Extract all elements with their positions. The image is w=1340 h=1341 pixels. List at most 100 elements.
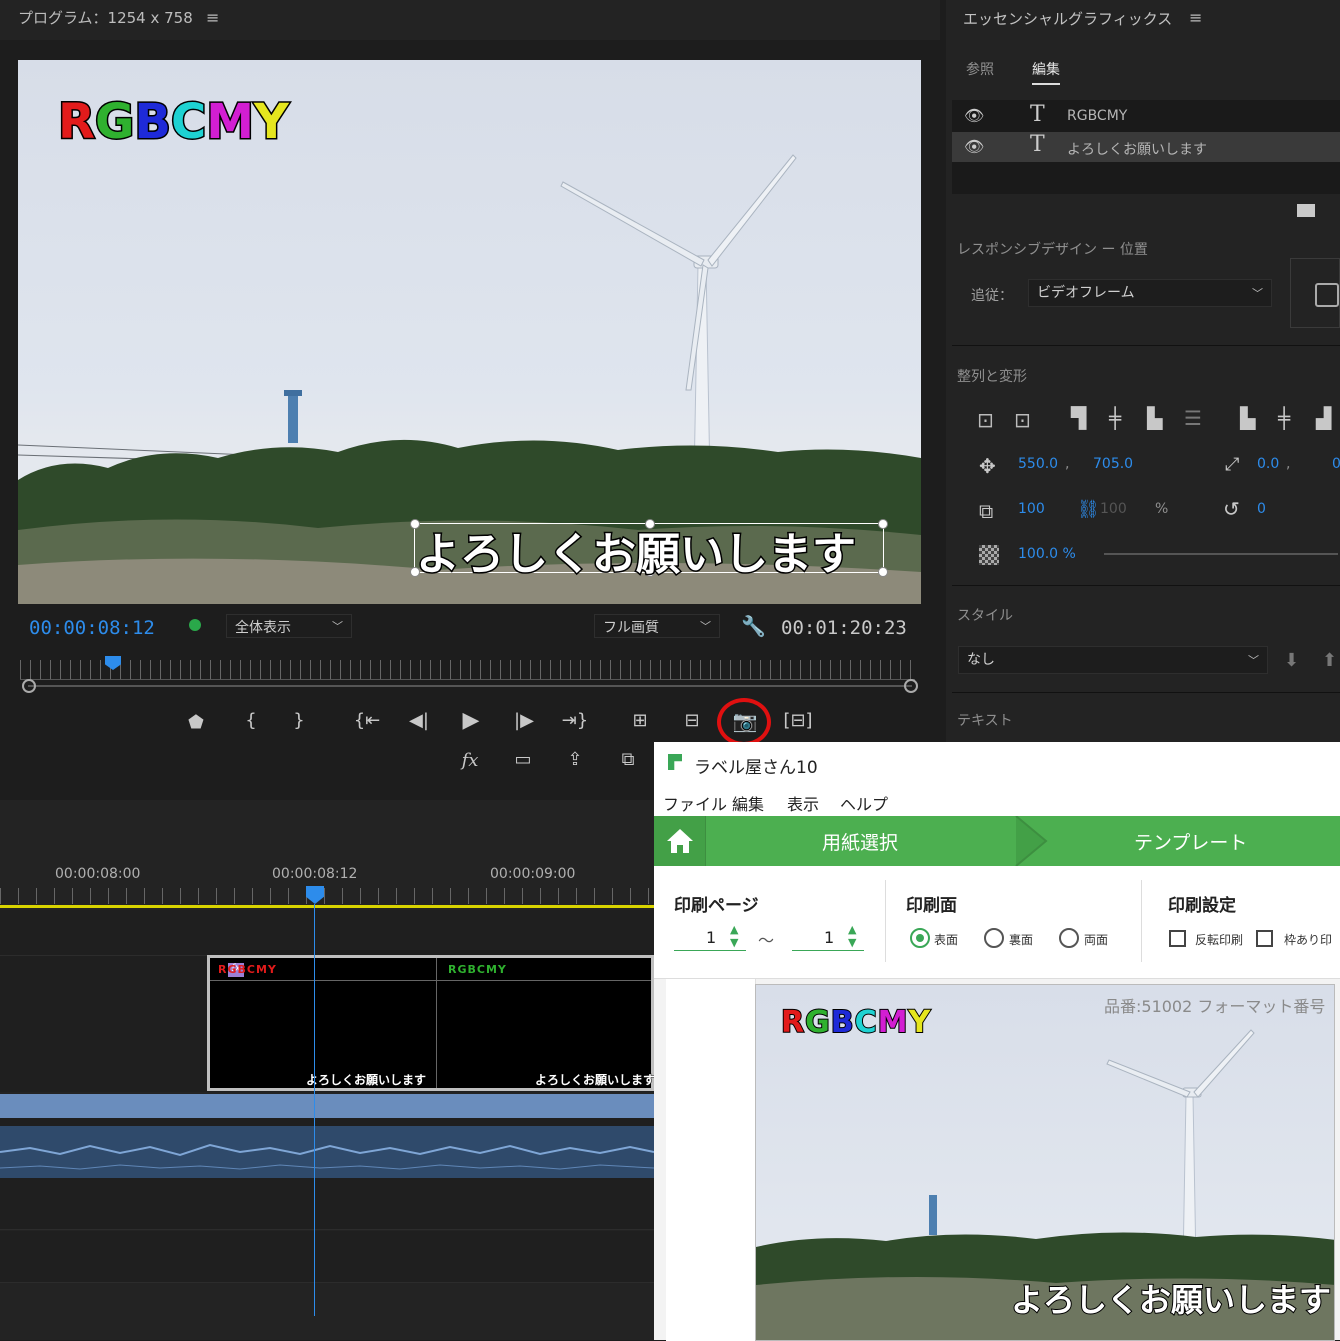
- quality-select[interactable]: フル画質 ﹀: [594, 614, 720, 638]
- align-center-icon[interactable]: ╪: [1278, 406, 1290, 430]
- anchor-x-value[interactable]: 0.0: [1257, 456, 1279, 472]
- timeline-ruler[interactable]: [0, 888, 654, 904]
- position-x-value[interactable]: 550.0: [1018, 456, 1058, 472]
- audio-clip-a1[interactable]: [0, 1126, 655, 1178]
- chevron-down-icon: ﹀: [1252, 287, 1263, 300]
- align-middle-icon[interactable]: ╪: [1109, 406, 1121, 430]
- step-back-icon[interactable]: ◀|: [405, 710, 433, 731]
- layer-row[interactable]: 👁 T RGBCMY: [952, 102, 1340, 130]
- resize-handle[interactable]: [878, 519, 888, 529]
- extract-icon[interactable]: ⊟: [676, 710, 708, 731]
- align-left-icon[interactable]: ▙: [1240, 406, 1255, 430]
- eye-icon[interactable]: 👁: [964, 137, 984, 156]
- mark-in-icon[interactable]: {: [240, 710, 262, 731]
- program-video-frame[interactable]: RGBCMY よろしくお願いします: [18, 60, 921, 604]
- label-preview[interactable]: 品番:51002 フォーマット番号 RGBCMY よろしくお願いします: [755, 984, 1335, 1341]
- radio-back-label: 裏面: [1009, 933, 1034, 947]
- home-button[interactable]: [654, 816, 706, 866]
- step-forward-icon[interactable]: |▶: [510, 710, 538, 731]
- opacity-value[interactable]: 100.0 %: [1018, 546, 1076, 562]
- safe-margins-icon[interactable]: ▭: [508, 749, 538, 770]
- scrub-ruler[interactable]: [20, 660, 915, 680]
- position-y-value[interactable]: 705.0: [1093, 456, 1133, 472]
- follow-select[interactable]: ビデオフレーム ﹀: [1028, 279, 1272, 307]
- preview-area: 品番:51002 フォーマット番号 RGBCMY よろしくお願いします: [654, 978, 1340, 1341]
- playhead-line: [314, 904, 315, 1316]
- step-template[interactable]: テンプレート: [1134, 828, 1247, 855]
- video-clip-v1[interactable]: [0, 1094, 654, 1118]
- menu-help[interactable]: ヘルプ: [840, 791, 888, 815]
- tab-edit[interactable]: 編集: [1032, 59, 1060, 85]
- menu-file[interactable]: ファイル: [663, 791, 727, 815]
- divider: [952, 692, 1340, 693]
- scale-value[interactable]: 100: [1018, 501, 1045, 517]
- hamburger-icon[interactable]: ≡: [206, 8, 219, 27]
- sync-style-icon[interactable]: ⬆: [1322, 650, 1337, 671]
- title-letter: C: [169, 93, 207, 152]
- align-horizontal-center-icon[interactable]: ⊡: [1014, 408, 1031, 432]
- link-icon[interactable]: ⛓: [1077, 499, 1100, 520]
- ruler-label: 00:00:08:12: [272, 866, 358, 882]
- vr-icon[interactable]: ⧉: [613, 749, 643, 770]
- radio-front[interactable]: [910, 928, 930, 948]
- print-side-label: 印刷面: [906, 896, 957, 916]
- zoom-handle-right[interactable]: [904, 679, 918, 693]
- zoom-select[interactable]: 全体表示 ﹀: [226, 614, 352, 638]
- spinner-arrows-icon[interactable]: ▲ ▼: [730, 923, 738, 949]
- lift-icon[interactable]: ⊞: [624, 710, 656, 731]
- hamburger-icon[interactable]: ≡: [1189, 8, 1202, 27]
- mark-out-icon[interactable]: }: [288, 710, 310, 731]
- spinner-arrows-icon[interactable]: ▲ ▼: [848, 923, 856, 949]
- current-timecode[interactable]: 00:00:08:12: [29, 617, 155, 639]
- rotation-value[interactable]: 0: [1257, 501, 1266, 517]
- style-select[interactable]: なし ﹀: [958, 646, 1268, 674]
- menu-edit[interactable]: 編集: [732, 791, 764, 815]
- play-icon[interactable]: ▶: [457, 708, 485, 733]
- tab-browse[interactable]: 参照: [966, 59, 994, 79]
- resize-handle[interactable]: [878, 567, 888, 577]
- fx-icon[interactable]: fx: [456, 750, 484, 771]
- style-select-value: なし: [967, 652, 995, 668]
- title-letter: G: [804, 1004, 831, 1041]
- step-paper-select[interactable]: 用紙選択: [822, 828, 898, 855]
- align-top-icon[interactable]: ▜: [1071, 406, 1086, 430]
- anchor-y-value[interactable]: 0: [1332, 456, 1340, 472]
- folder-icon[interactable]: [1297, 204, 1315, 217]
- checkbox-frame-print[interactable]: [1256, 930, 1273, 947]
- overlay-title-text[interactable]: RGBCMY: [57, 93, 291, 152]
- checkbox-mirror-print[interactable]: [1169, 930, 1186, 947]
- align-right-icon[interactable]: ▟: [1316, 406, 1331, 430]
- pin-to-edges-widget[interactable]: [1290, 258, 1340, 328]
- opacity-slider[interactable]: [1104, 553, 1338, 555]
- distribute-icon[interactable]: ☰: [1184, 406, 1202, 430]
- align-bottom-icon[interactable]: ▙: [1147, 406, 1162, 430]
- go-to-in-icon[interactable]: {⇤: [352, 710, 382, 731]
- style-label: スタイル: [957, 608, 1013, 624]
- clip-header-line: [210, 980, 651, 981]
- audio-track-a2: [0, 1178, 654, 1230]
- subtitle-text[interactable]: よろしくお願いします: [415, 518, 858, 582]
- opacity-icon: [979, 545, 999, 565]
- wrench-icon[interactable]: 🔧: [741, 614, 766, 638]
- chevron-down-icon: ﹀: [700, 620, 711, 633]
- graphic-clip[interactable]: fx RGBCMY RGBCMY よろしくお願いします よろしくお願いします: [207, 955, 656, 1091]
- eye-icon[interactable]: 👁: [964, 106, 984, 125]
- radio-back[interactable]: [984, 928, 1004, 948]
- position-separator: ,: [1065, 456, 1070, 472]
- menu-view[interactable]: 表示: [787, 791, 819, 815]
- zoom-bar[interactable]: [28, 685, 912, 687]
- work-area-bar[interactable]: [0, 905, 654, 908]
- zoom-handle-left[interactable]: [22, 679, 36, 693]
- pin-center-icon[interactable]: [1315, 283, 1339, 307]
- align-vertical-center-icon[interactable]: ⊡: [977, 408, 994, 432]
- label-app-window: ラベル屋さん10 ファイル 編集 表示 ヘルプ 用紙選択 テンプレート 印刷ペー…: [654, 742, 1340, 1341]
- radio-front-label: 表面: [934, 933, 959, 947]
- layer-row-selected[interactable]: 👁 T よろしくお願いします: [952, 132, 1340, 162]
- marker-icon[interactable]: ⬟: [185, 712, 207, 733]
- highlight-circle: [717, 698, 771, 746]
- radio-both[interactable]: [1059, 928, 1079, 948]
- comparison-view-icon[interactable]: [⊟]: [782, 710, 814, 731]
- push-style-icon[interactable]: ⬇: [1284, 650, 1299, 671]
- export-icon[interactable]: ⇪: [561, 749, 589, 770]
- go-to-out-icon[interactable]: ⇥}: [560, 710, 590, 731]
